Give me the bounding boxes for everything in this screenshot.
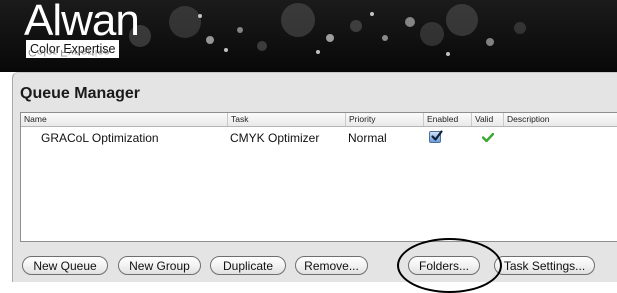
column-header-description[interactable]: Description (503, 113, 617, 126)
folders-button[interactable]: Folders... (408, 256, 480, 275)
remove-button[interactable]: Remove... (295, 256, 368, 275)
table-header: Name Task Priority Enabled Valid Descrip… (21, 113, 617, 127)
new-group-button[interactable]: New Group (118, 256, 201, 275)
queue-priority-cell: Normal (348, 131, 387, 145)
column-header-task[interactable]: Task (227, 113, 345, 126)
checkbox-checked-icon (431, 130, 443, 141)
duplicate-button[interactable]: Duplicate (210, 256, 286, 275)
queue-name-cell: GRACoL Optimization (41, 131, 159, 145)
alwan-logo: Alwan Color Expertise Color Expertise (24, 0, 140, 64)
enabled-checkbox[interactable] (429, 130, 443, 143)
column-header-name[interactable]: Name (21, 113, 227, 126)
valid-checkmark-icon (482, 133, 494, 142)
new-queue-button[interactable]: New Queue (22, 256, 108, 275)
brand-banner: Alwan Color Expertise Color Expertise (0, 0, 617, 72)
page-title: Queue Manager (20, 85, 141, 102)
column-header-valid[interactable]: Valid (471, 113, 503, 126)
queue-task-cell: CMYK Optimizer (230, 131, 320, 145)
logo-wordmark: Alwan (24, 0, 140, 45)
column-header-priority[interactable]: Priority (345, 113, 423, 126)
queue-table[interactable]: Name Task Priority Enabled Valid Descrip… (20, 112, 617, 242)
task-settings-button[interactable]: Task Settings... (494, 256, 595, 275)
logo-tagline-reflection: Color Expertise (28, 50, 111, 58)
table-row[interactable]: GRACoL Optimization CMYK Optimizer Norma… (21, 128, 617, 148)
column-header-enabled[interactable]: Enabled (423, 113, 471, 126)
queue-manager-panel: Queue Manager Name Task Priority Enabled… (12, 72, 617, 293)
